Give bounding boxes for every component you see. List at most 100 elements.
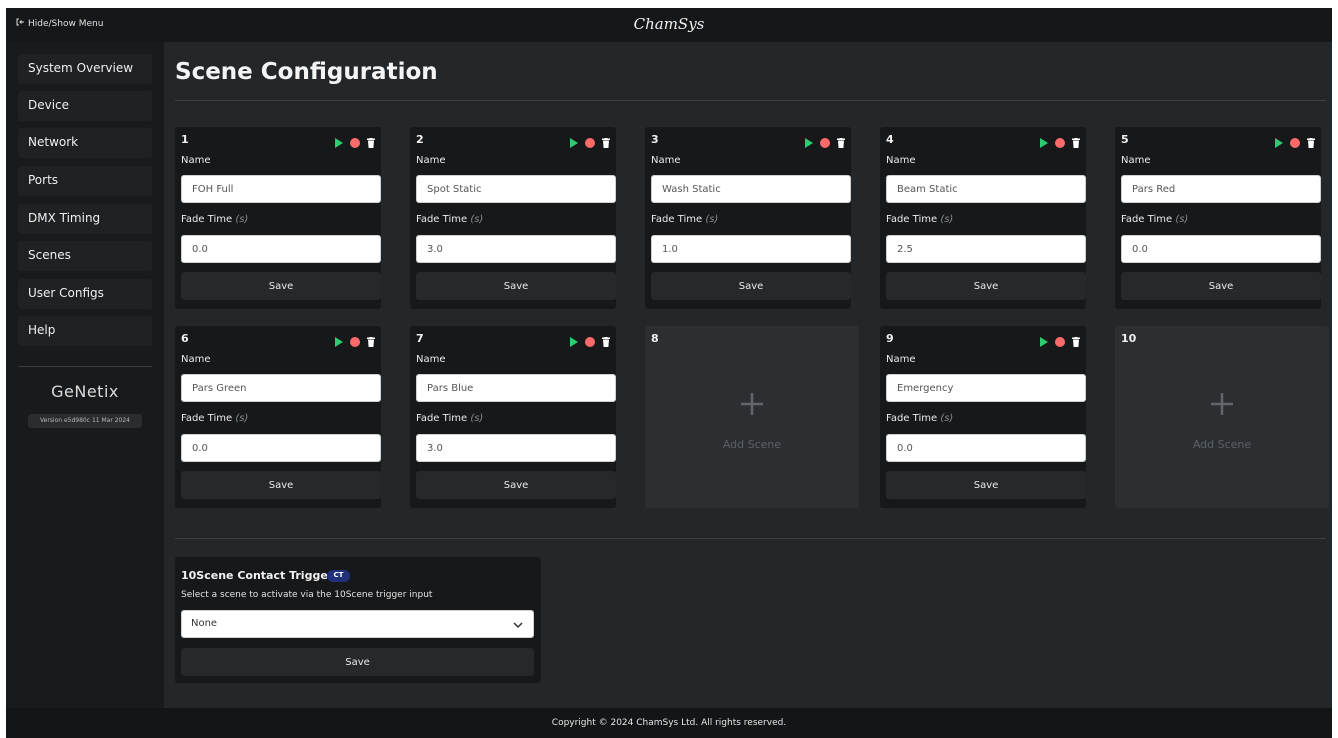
trash-icon[interactable] bbox=[1072, 133, 1080, 152]
trash-icon[interactable] bbox=[367, 133, 375, 152]
trash-icon[interactable] bbox=[1307, 133, 1315, 152]
sidebar-item-help[interactable]: Help bbox=[18, 316, 152, 346]
scene-actions bbox=[335, 133, 375, 152]
record-icon[interactable] bbox=[820, 133, 830, 152]
play-icon[interactable] bbox=[335, 133, 343, 152]
play-icon[interactable] bbox=[335, 332, 343, 351]
fade-time-unit: (s) bbox=[470, 214, 484, 225]
sidebar-item-scenes[interactable]: Scenes bbox=[18, 241, 152, 271]
chamsys-logo: ChamSys bbox=[633, 15, 705, 33]
add-scene-card[interactable]: 8 Add Scene bbox=[645, 326, 859, 508]
record-icon[interactable] bbox=[350, 133, 360, 152]
name-label: Name bbox=[886, 155, 916, 166]
add-scene-card[interactable]: 10 Add Scene bbox=[1115, 326, 1329, 508]
fade-time-input[interactable] bbox=[416, 235, 616, 263]
record-icon[interactable] bbox=[350, 332, 360, 351]
contact-trigger-title: 10Scene Contact Trigger bbox=[181, 569, 334, 582]
name-label: Name bbox=[416, 155, 446, 166]
sidebar-item-user-configs[interactable]: User Configs bbox=[18, 279, 152, 309]
name-label: Name bbox=[886, 354, 916, 365]
fade-time-input[interactable] bbox=[1121, 235, 1321, 263]
play-icon[interactable] bbox=[570, 133, 578, 152]
fade-time-text: Fade Time bbox=[181, 214, 233, 225]
play-icon[interactable] bbox=[570, 332, 578, 351]
fade-time-input[interactable] bbox=[651, 235, 851, 263]
trash-icon[interactable] bbox=[1072, 332, 1080, 351]
menu-toggle-label: Hide/Show Menu bbox=[28, 18, 104, 29]
fade-time-label: Fade Time (s) bbox=[886, 214, 953, 225]
scene-name-input[interactable] bbox=[416, 175, 616, 203]
record-icon[interactable] bbox=[585, 332, 595, 351]
trash-icon[interactable] bbox=[367, 332, 375, 351]
scene-save-button[interactable]: Save bbox=[181, 272, 381, 300]
footer: Copyright © 2024 ChamSys Ltd. All rights… bbox=[6, 708, 1332, 738]
main-content: Scene Configuration 1 Name Fade Time (s) Sa… bbox=[164, 42, 1332, 708]
play-icon[interactable] bbox=[1040, 332, 1048, 351]
trash-icon[interactable] bbox=[837, 133, 845, 152]
record-icon[interactable] bbox=[1055, 332, 1065, 351]
scene-card: 2 Name Fade Time (s) Save bbox=[410, 127, 616, 309]
scene-number: 7 bbox=[416, 332, 424, 345]
play-icon[interactable] bbox=[805, 133, 813, 152]
trash-icon[interactable] bbox=[602, 332, 610, 351]
fade-time-text: Fade Time bbox=[886, 413, 938, 424]
scene-save-button[interactable]: Save bbox=[181, 471, 381, 499]
record-icon[interactable] bbox=[1055, 133, 1065, 152]
name-label: Name bbox=[651, 155, 681, 166]
fade-time-input[interactable] bbox=[181, 235, 381, 263]
menu-toggle-icon bbox=[16, 18, 25, 29]
scene-name-input[interactable] bbox=[886, 374, 1086, 402]
scene-save-button[interactable]: Save bbox=[1121, 272, 1321, 300]
fade-time-label: Fade Time (s) bbox=[1121, 214, 1188, 225]
scene-name-input[interactable] bbox=[181, 175, 381, 203]
sidebar-item-ports[interactable]: Ports bbox=[18, 166, 152, 196]
sidebar: System Overview Device Network Ports DMX… bbox=[6, 42, 164, 708]
section-divider bbox=[175, 538, 1326, 539]
add-scene-label: Add Scene bbox=[722, 438, 782, 451]
hide-show-menu-button[interactable]: Hide/Show Menu bbox=[16, 18, 103, 29]
fade-time-text: Fade Time bbox=[651, 214, 703, 225]
scene-card: 4 Name Fade Time (s) Save bbox=[880, 127, 1086, 309]
sidebar-item-dmx-timing[interactable]: DMX Timing bbox=[18, 204, 152, 234]
name-label: Name bbox=[416, 354, 446, 365]
fade-time-unit: (s) bbox=[940, 413, 954, 424]
sidebar-item-network[interactable]: Network bbox=[18, 128, 152, 158]
scene-actions bbox=[1040, 332, 1080, 351]
fade-time-label: Fade Time (s) bbox=[181, 214, 248, 225]
trigger-scene-select[interactable]: None bbox=[181, 610, 534, 638]
fade-time-input[interactable] bbox=[886, 235, 1086, 263]
fade-time-unit: (s) bbox=[705, 214, 719, 225]
scene-save-button[interactable]: Save bbox=[416, 471, 616, 499]
scene-card: 1 Name Fade Time (s) Save bbox=[175, 127, 381, 309]
trash-icon[interactable] bbox=[602, 133, 610, 152]
scene-actions bbox=[805, 133, 845, 152]
fade-time-text: Fade Time bbox=[181, 413, 233, 424]
name-label: Name bbox=[181, 354, 211, 365]
scene-actions bbox=[335, 332, 375, 351]
scene-name-input[interactable] bbox=[416, 374, 616, 402]
scene-save-button[interactable]: Save bbox=[886, 471, 1086, 499]
scene-name-input[interactable] bbox=[886, 175, 1086, 203]
scene-number: 1 bbox=[181, 133, 189, 146]
play-icon[interactable] bbox=[1275, 133, 1283, 152]
fade-time-input[interactable] bbox=[886, 434, 1086, 462]
fade-time-unit: (s) bbox=[470, 413, 484, 424]
play-icon[interactable] bbox=[1040, 133, 1048, 152]
scene-save-button[interactable]: Save bbox=[886, 272, 1086, 300]
scene-name-input[interactable] bbox=[181, 374, 381, 402]
scene-save-button[interactable]: Save bbox=[416, 272, 616, 300]
scene-number: 6 bbox=[181, 332, 189, 345]
plus-icon bbox=[645, 388, 859, 422]
sidebar-item-device[interactable]: Device bbox=[18, 91, 152, 121]
fade-time-label: Fade Time (s) bbox=[416, 214, 483, 225]
record-icon[interactable] bbox=[585, 133, 595, 152]
trigger-save-button[interactable]: Save bbox=[181, 648, 534, 676]
record-icon[interactable] bbox=[1290, 133, 1300, 152]
sidebar-item-system-overview[interactable]: System Overview bbox=[18, 54, 152, 84]
scene-name-input[interactable] bbox=[651, 175, 851, 203]
trigger-scene-selected: None bbox=[191, 618, 218, 629]
fade-time-input[interactable] bbox=[416, 434, 616, 462]
scene-save-button[interactable]: Save bbox=[651, 272, 851, 300]
scene-name-input[interactable] bbox=[1121, 175, 1321, 203]
fade-time-input[interactable] bbox=[181, 434, 381, 462]
